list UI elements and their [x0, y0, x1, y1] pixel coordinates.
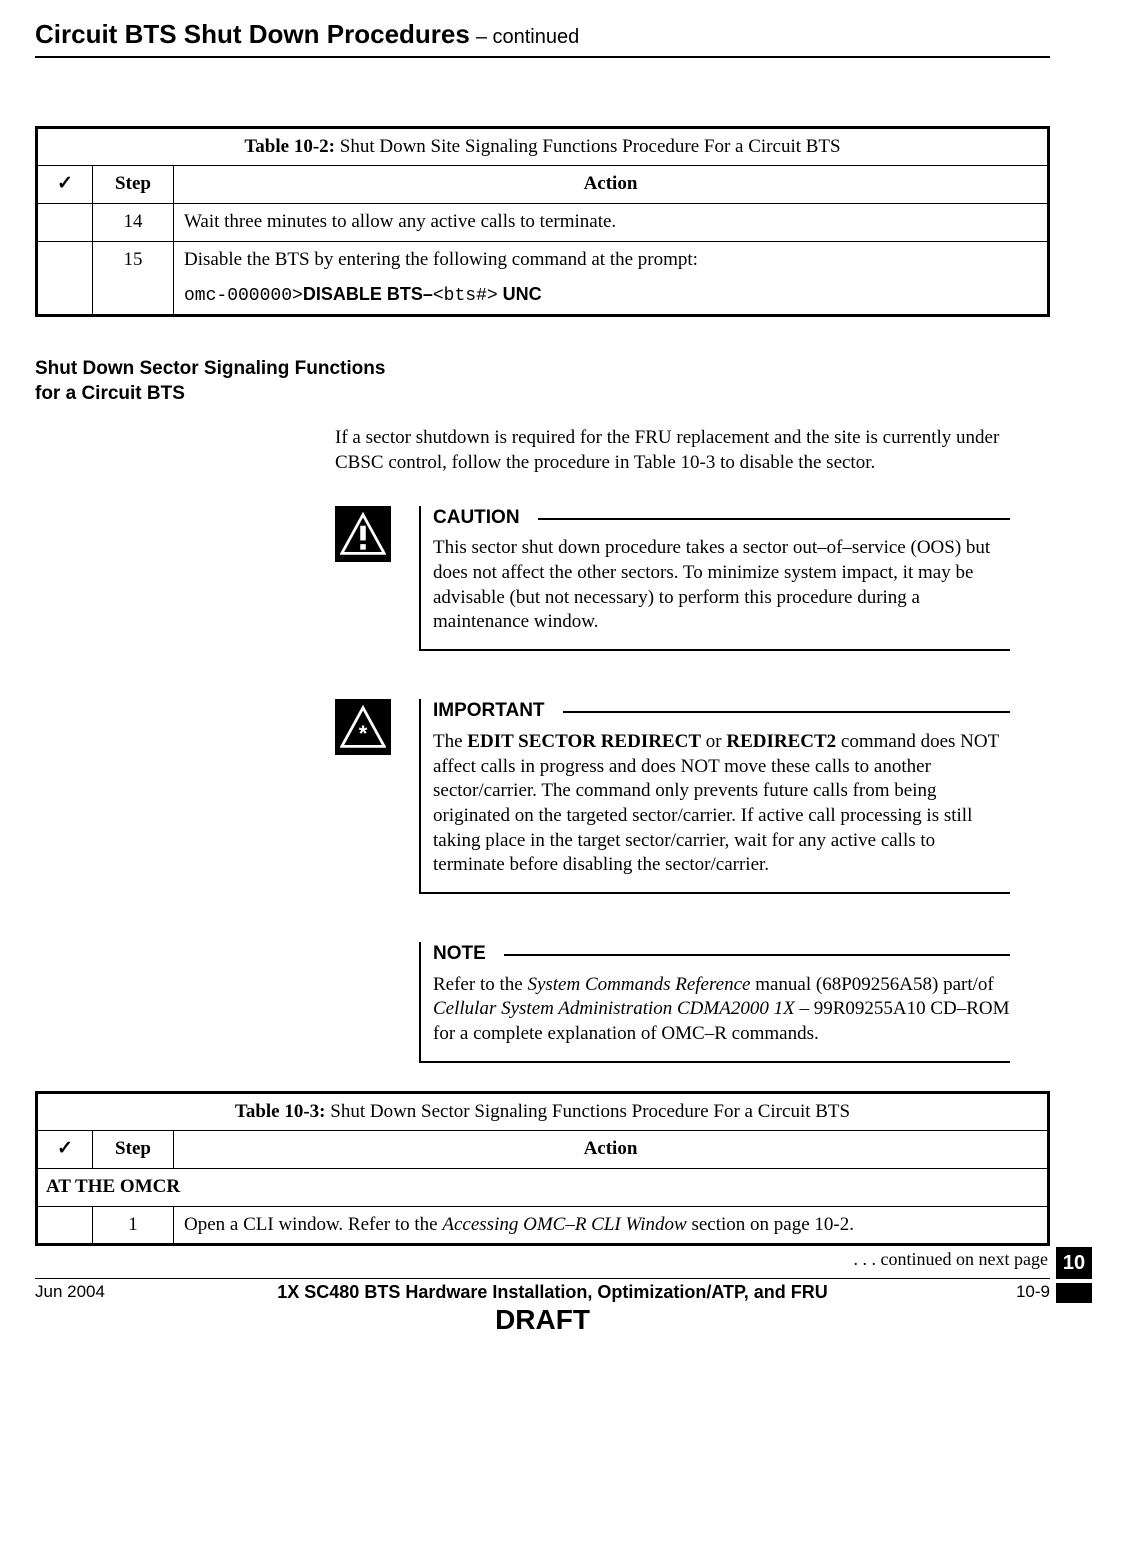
- step-action: Open a CLI window. Refer to the Accessin…: [174, 1206, 1049, 1245]
- col-action: Action: [174, 166, 1049, 204]
- page-footer: Jun 2004 1X SC480 BTS Hardware Installat…: [35, 1278, 1050, 1339]
- page-header: Circuit BTS Shut Down Procedures – conti…: [35, 18, 1050, 52]
- table-row: 15 Disable the BTS by entering the follo…: [37, 241, 1049, 315]
- table-10-3-title: Table 10-3: Shut Down Sector Signaling F…: [37, 1092, 1049, 1131]
- txt-ital: Cellular System Administration CDMA2000 …: [433, 998, 795, 1019]
- cmd-end: UNC: [498, 284, 542, 304]
- txt-ital: Accessing OMC–R CLI Window: [442, 1214, 686, 1235]
- cmd-prompt: omc-000000>: [184, 286, 303, 306]
- table-subhead: AT THE OMCR: [37, 1169, 1049, 1207]
- cmd-var: <bts#>: [433, 286, 498, 306]
- footer-page: 10-9: [950, 1281, 1050, 1304]
- caution-icon: [335, 506, 391, 562]
- important-block: * IMPORTANT The EDIT SECTOR REDIRECT or …: [335, 699, 1010, 894]
- col-check: ✓: [37, 166, 93, 204]
- col-step: Step: [93, 166, 174, 204]
- table-title-label: Table 10-2:: [244, 136, 335, 157]
- note-text: Refer to the System Commands Reference m…: [433, 973, 1010, 1047]
- continued-label: . . . continued on next page: [35, 1248, 1048, 1271]
- step-num: 14: [93, 204, 174, 242]
- cmd-main: DISABLE BTS–: [303, 284, 433, 304]
- col-action: Action: [174, 1131, 1049, 1169]
- table-10-2-title: Table 10-2: Shut Down Site Signaling Fun…: [37, 127, 1049, 166]
- caution-text: This sector shut down procedure takes a …: [433, 536, 1010, 635]
- section-heading-line2: for a Circuit BTS: [35, 382, 1050, 407]
- section-heading: Shut Down Sector Signaling Functions for…: [35, 357, 1050, 406]
- txt: section on page 10-2.: [687, 1214, 854, 1235]
- chapter-tab-block: [1056, 1283, 1092, 1303]
- title-rule: [504, 954, 1010, 956]
- footer-title: 1X SC480 BTS Hardware Installation, Opti…: [155, 1281, 950, 1304]
- txt: The: [433, 731, 467, 752]
- page-title-continued: – continued: [476, 24, 579, 50]
- important-title: IMPORTANT: [433, 699, 563, 724]
- table-title-rest: Shut Down Sector Signaling Functions Pro…: [326, 1101, 851, 1122]
- title-rule: [563, 711, 1010, 713]
- important-icon: *: [335, 699, 391, 755]
- important-text: The EDIT SECTOR REDIRECT or REDIRECT2 co…: [433, 730, 1010, 878]
- chapter-tab: 10: [1056, 1247, 1092, 1303]
- txt-bold: EDIT SECTOR REDIRECT: [467, 731, 701, 752]
- step-num: 15: [93, 241, 174, 315]
- step-action-text: Disable the BTS by entering the followin…: [184, 249, 698, 270]
- txt: Open a CLI window. Refer to the: [184, 1214, 442, 1235]
- caution-block: CAUTION This sector shut down procedure …: [335, 506, 1010, 651]
- table-10-2: Table 10-2: Shut Down Site Signaling Fun…: [35, 126, 1050, 317]
- svg-text:*: *: [359, 721, 368, 746]
- table-subhead-row: AT THE OMCR: [37, 1169, 1049, 1207]
- caution-title: CAUTION: [433, 506, 538, 531]
- footer-date: Jun 2004: [35, 1281, 155, 1304]
- step-action: Wait three minutes to allow any active c…: [174, 204, 1049, 242]
- note-block: NOTE Refer to the System Commands Refere…: [419, 942, 1010, 1063]
- table-title-label: Table 10-3:: [235, 1101, 326, 1122]
- txt-bold: REDIRECT2: [726, 731, 836, 752]
- command-line: omc-000000>DISABLE BTS–<bts#> UNC: [184, 283, 1037, 308]
- footer-draft: DRAFT: [35, 1302, 1050, 1338]
- title-rule: [538, 518, 1010, 520]
- page-title: Circuit BTS Shut Down Procedures: [35, 18, 470, 52]
- txt: command does NOT affect calls in progres…: [433, 731, 999, 875]
- txt: Refer to the: [433, 974, 527, 995]
- step-action: Disable the BTS by entering the followin…: [174, 241, 1049, 315]
- table-10-3: Table 10-3: Shut Down Sector Signaling F…: [35, 1091, 1050, 1247]
- header-rule: [35, 56, 1050, 58]
- table-title-rest: Shut Down Site Signaling Functions Proce…: [335, 136, 841, 157]
- table-row: 14 Wait three minutes to allow any activ…: [37, 204, 1049, 242]
- step-num: 1: [93, 1206, 174, 1245]
- section-intro: If a sector shutdown is required for the…: [335, 426, 1010, 475]
- chapter-number: 10: [1056, 1247, 1092, 1279]
- txt: or: [701, 731, 726, 752]
- col-check: ✓: [37, 1131, 93, 1169]
- note-title: NOTE: [433, 942, 504, 967]
- table-row: 1 Open a CLI window. Refer to the Access…: [37, 1206, 1049, 1245]
- txt: manual (68P09256A58) part/of: [750, 974, 993, 995]
- section-heading-line1: Shut Down Sector Signaling Functions: [35, 357, 1050, 382]
- col-step: Step: [93, 1131, 174, 1169]
- txt-ital: System Commands Reference: [527, 974, 750, 995]
